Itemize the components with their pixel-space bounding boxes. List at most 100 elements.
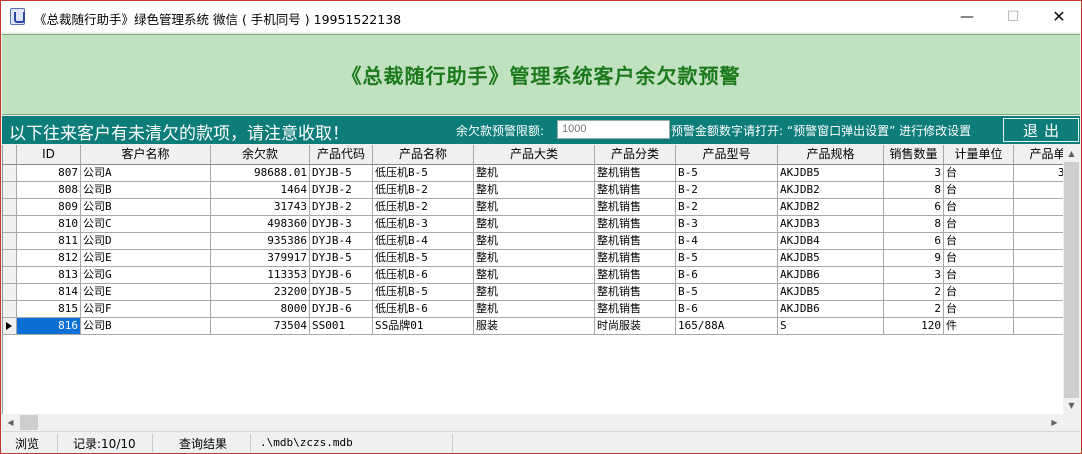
table-cell[interactable]: 3	[884, 267, 944, 284]
table-cell[interactable]: SS品牌01	[373, 318, 474, 335]
table-cell[interactable]: B-6	[676, 267, 778, 284]
table-cell[interactable]: 812	[17, 250, 81, 267]
table-cell[interactable]: 整机销售	[595, 301, 676, 318]
table-cell[interactable]: AKJDB6	[778, 267, 884, 284]
table-cell[interactable]: 台	[944, 165, 1014, 182]
row-selector[interactable]	[3, 301, 17, 318]
table-cell[interactable]: 8	[884, 182, 944, 199]
table-cell[interactable]: 935386	[211, 233, 310, 250]
table-cell[interactable]: DYJB-6	[310, 267, 373, 284]
table-cell[interactable]: 815	[17, 301, 81, 318]
table-cell[interactable]: AKJDB2	[778, 182, 884, 199]
table-cell[interactable]: 113353	[211, 267, 310, 284]
table-cell[interactable]: B-4	[676, 233, 778, 250]
table-cell[interactable]: 公司E	[81, 250, 211, 267]
table-cell[interactable]: 低压机B-6	[373, 267, 474, 284]
table-cell[interactable]: 公司C	[81, 216, 211, 233]
table-cell[interactable]: 32	[1014, 301, 1063, 318]
row-selector[interactable]	[3, 199, 17, 216]
table-row[interactable]: 808公司B1464DYJB-2低压机B-2整机整机销售B-2AKJDB28台8	[3, 182, 1063, 199]
table-cell[interactable]: 1464	[211, 182, 310, 199]
table-cell[interactable]: 8	[1014, 182, 1063, 199]
table-cell[interactable]: 台	[944, 199, 1014, 216]
table-cell[interactable]: DYJB-3	[310, 216, 373, 233]
table-cell[interactable]: 件	[944, 318, 1014, 335]
table-cell[interactable]: 低压机B-2	[373, 199, 474, 216]
table-cell[interactable]: 9	[884, 250, 944, 267]
table-cell[interactable]: 810	[17, 216, 81, 233]
table-cell[interactable]: 公司D	[81, 233, 211, 250]
table-row[interactable]: 811 公司D 935386 DYJB-4 低压机B-4 整机 整机销售 B-4 AKJDB4 6…	[3, 233, 1063, 250]
table-cell[interactable]: 6	[884, 233, 944, 250]
column-header[interactable]: ID	[17, 145, 81, 165]
table-cell[interactable]: SS001	[310, 318, 373, 335]
table-cell[interactable]: AKJDB4	[778, 233, 884, 250]
table-row[interactable]: 816 公司B 73504 SS001 SS品牌01 服装 时尚服装 165/88A S 120 件…	[3, 318, 1063, 335]
table-cell[interactable]: 808	[17, 182, 81, 199]
table-cell[interactable]: 811	[17, 233, 81, 250]
table-cell[interactable]: 台	[944, 301, 1014, 318]
column-header[interactable]: 余欠款	[211, 145, 310, 165]
table-cell[interactable]: AKJDB6	[778, 301, 884, 318]
table-cell[interactable]: DYJB-5	[310, 250, 373, 267]
close-button[interactable]: ✕	[1036, 1, 1081, 32]
table-cell[interactable]: 165	[1014, 233, 1063, 250]
table-cell[interactable]: 整机	[474, 165, 595, 182]
minimize-button[interactable]: —	[944, 1, 990, 32]
table-cell[interactable]: 814	[17, 284, 81, 301]
table-cell[interactable]: 整机	[474, 301, 595, 318]
table-cell[interactable]: DYJB-5	[310, 165, 373, 182]
column-header[interactable]: 产品分类	[595, 145, 676, 165]
title-bar[interactable]: 《总裁随行助手》绿色管理系统 微信 ( 手机同号 ) 19951522138 —…	[1, 1, 1081, 32]
table-cell[interactable]: 34562	[1014, 165, 1063, 182]
table-cell[interactable]: B-5	[676, 165, 778, 182]
table-cell[interactable]: AKJDB5	[778, 250, 884, 267]
table-cell[interactable]: 379917	[211, 250, 310, 267]
table-cell[interactable]: B-5	[676, 284, 778, 301]
table-cell[interactable]: 低压机B-3	[373, 216, 474, 233]
row-selector[interactable]	[3, 284, 17, 301]
horizontal-scrollbar[interactable]: ◀ ▶	[2, 414, 1063, 431]
table-cell[interactable]: 809	[17, 199, 81, 216]
row-selector[interactable]	[3, 250, 17, 267]
table-cell[interactable]: DYJB-2	[310, 199, 373, 216]
table-cell[interactable]: 8000	[211, 301, 310, 318]
column-header[interactable]: 计量单位	[944, 145, 1014, 165]
table-cell[interactable]: 台	[944, 250, 1014, 267]
table-cell[interactable]: 23	[1014, 284, 1063, 301]
table-cell[interactable]: 整机	[474, 199, 595, 216]
vertical-scroll-thumb[interactable]	[1064, 162, 1079, 398]
table-row[interactable]: 812 公司E 379917 DYJB-5 低压机B-5 整机 整机销售 B-5 AKJDB5 9…	[3, 250, 1063, 267]
scroll-right-icon[interactable]: ▶	[1046, 414, 1063, 431]
table-cell[interactable]: DYJB-6	[310, 301, 373, 318]
table-cell[interactable]: 2	[884, 284, 944, 301]
column-header[interactable]: 客户名称	[81, 145, 211, 165]
column-header[interactable]: 产品代码	[310, 145, 373, 165]
table-cell[interactable]: 65	[1014, 318, 1063, 335]
table-cell[interactable]: 65	[1014, 267, 1063, 284]
data-grid[interactable]: ID 客户名称 余欠款 产品代码 产品名称 产品大类 产品分类 产品型号 产品规格 销售数量 计量单…	[2, 145, 1063, 414]
table-cell[interactable]: 低压机B-5	[373, 165, 474, 182]
table-cell[interactable]: 2	[884, 301, 944, 318]
table-cell[interactable]: 整机销售	[595, 182, 676, 199]
table-cell[interactable]: 台	[944, 182, 1014, 199]
table-cell[interactable]: 公司F	[81, 301, 211, 318]
table-cell[interactable]: S	[778, 318, 884, 335]
table-cell[interactable]: 公司B	[81, 182, 211, 199]
table-cell[interactable]: 498360	[211, 216, 310, 233]
table-cell[interactable]: AKJDB5	[778, 284, 884, 301]
table-row[interactable]: 813 公司G 113353 DYJB-6 低压机B-6 整机 整机销售 B-6 AKJDB6 3…	[3, 267, 1063, 284]
table-cell[interactable]: 120	[884, 318, 944, 335]
table-cell[interactable]: 165/88A	[676, 318, 778, 335]
table-cell[interactable]: 整机销售	[595, 233, 676, 250]
column-header[interactable]: 产品规格	[778, 145, 884, 165]
table-row[interactable]: 809 公司B 31743 DYJB-2 低压机B-2 整机 整机销售 B-2 AKJDB2 6 台…	[3, 199, 1063, 216]
table-cell[interactable]: B-3	[676, 216, 778, 233]
row-selector[interactable]	[3, 216, 17, 233]
table-cell[interactable]: 23200	[211, 284, 310, 301]
table-cell[interactable]: 整机销售	[595, 165, 676, 182]
table-cell[interactable]: 整机	[474, 233, 595, 250]
table-row[interactable]: 814 公司E 23200 DYJB-5 低压机B-5 整机 整机销售 B-5 AKJDB5 2 台…	[3, 284, 1063, 301]
row-selector[interactable]	[3, 182, 17, 199]
table-cell[interactable]: 低压机B-4	[373, 233, 474, 250]
